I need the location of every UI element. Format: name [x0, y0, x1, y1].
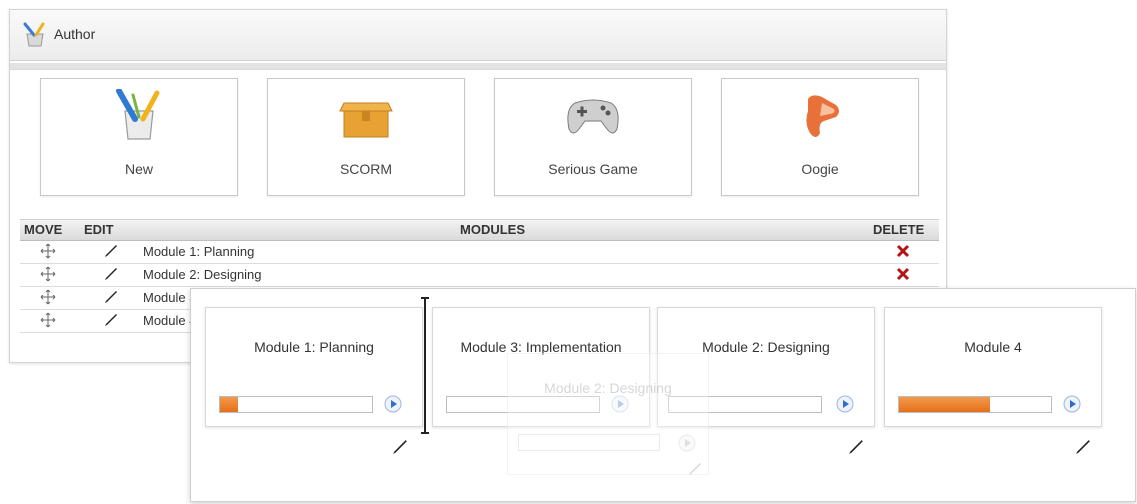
progress-fill: [899, 397, 991, 412]
new-tile-button[interactable]: New: [40, 78, 238, 196]
module-name: Module 3: [143, 290, 197, 305]
tile-label: Serious Game: [548, 161, 638, 177]
pencil-cup-icon: [116, 89, 160, 140]
dragged-module-card[interactable]: Module 2: Designing: [507, 353, 709, 475]
progress-bar: [518, 434, 660, 451]
tile-label: New: [124, 161, 153, 177]
move-handle-icon[interactable]: [40, 312, 56, 328]
title-bar: Author: [10, 10, 946, 61]
play-icon[interactable]: [1063, 395, 1081, 413]
tile-label: Oogie: [801, 161, 839, 177]
modules-table-header: MOVE EDIT MODULES DELETE: [20, 219, 939, 241]
pencil-edit-icon[interactable]: [1075, 439, 1091, 455]
table-row: Module 1: Planning: [20, 241, 939, 264]
page-title: Author: [54, 26, 96, 42]
tile-label: SCORM: [339, 161, 393, 177]
module-card[interactable]: Module 1: Planning: [205, 307, 423, 454]
oogie-logo-icon: [806, 95, 839, 137]
module-name: Module 1: Planning: [143, 244, 255, 259]
pencil-edit-icon[interactable]: [104, 290, 118, 304]
divider: [10, 63, 946, 70]
pencil-edit-icon[interactable]: [104, 267, 118, 281]
serious-game-tile-button[interactable]: Serious Game: [494, 78, 692, 196]
oogie-tile-button[interactable]: Oogie: [721, 78, 919, 196]
scorm-tile-button[interactable]: SCORM: [267, 78, 465, 196]
pencil-edit-icon[interactable]: [104, 313, 118, 327]
modules-column-header: MODULES: [460, 222, 525, 237]
edit-column-header: EDIT: [84, 222, 114, 237]
table-row: Module 2: Designing: [20, 264, 939, 287]
delete-x-icon[interactable]: [896, 267, 910, 281]
play-icon[interactable]: [384, 395, 402, 413]
package-box-icon: [339, 102, 393, 138]
module-name: Module 4: [143, 313, 197, 328]
delete-column-header: DELETE: [873, 222, 925, 237]
move-handle-icon[interactable]: [40, 243, 56, 259]
progress-fill: [220, 397, 239, 412]
pencil-edit-icon[interactable]: [848, 439, 864, 455]
module-name: Module 2: Designing: [143, 267, 262, 282]
move-handle-icon[interactable]: [40, 289, 56, 305]
play-icon: [678, 434, 696, 452]
pencil-edit-icon[interactable]: [392, 439, 408, 455]
gamepad-icon: [567, 99, 619, 134]
module-sequence-panel: Module 1: Planning Module 3: Implementat…: [190, 288, 1136, 502]
module-card-title: Module 2: Designing: [544, 380, 672, 396]
drop-position-indicator: [421, 297, 429, 434]
progress-bar: [898, 396, 1052, 413]
pencil-cup-icon: [23, 22, 45, 47]
delete-x-icon[interactable]: [896, 244, 910, 258]
move-handle-icon[interactable]: [40, 266, 56, 282]
module-card-title: Module 4: [964, 339, 1022, 355]
pencil-edit-icon[interactable]: [104, 244, 118, 258]
play-icon[interactable]: [836, 395, 854, 413]
pencil-edit-icon: [689, 463, 701, 475]
module-card-title: Module 1: Planning: [254, 339, 374, 355]
move-column-header: MOVE: [24, 222, 63, 237]
progress-bar: [219, 396, 373, 413]
module-card[interactable]: Module 4: [884, 307, 1102, 454]
